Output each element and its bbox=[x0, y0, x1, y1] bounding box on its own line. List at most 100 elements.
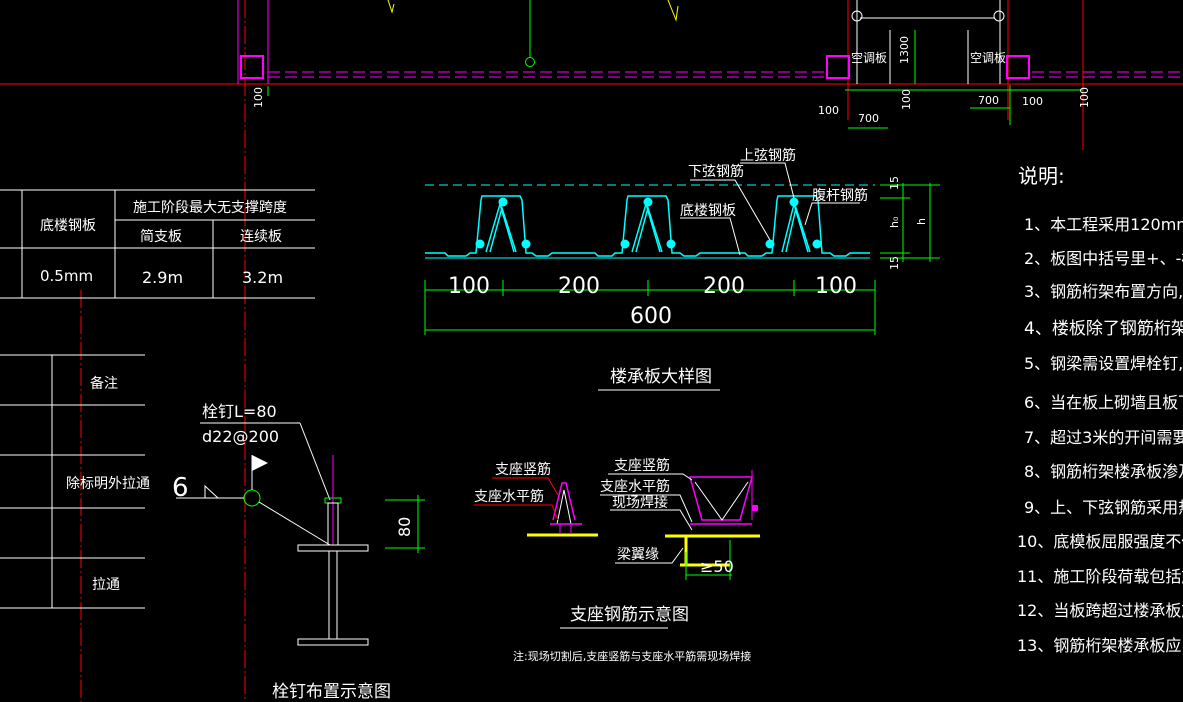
leader-deck-plate bbox=[680, 217, 741, 256]
axis-lines bbox=[0, 0, 1183, 702]
lower-chord-bar bbox=[812, 239, 822, 249]
label-web: 腹杆钢筋 bbox=[812, 187, 868, 204]
leader-web bbox=[804, 202, 860, 226]
weld-symbol-circle bbox=[243, 489, 261, 507]
truss-support-web bbox=[694, 481, 749, 521]
table-header-simple: 简支板 bbox=[140, 228, 182, 245]
note-item: 1、本工程采用120mm厚现浇砼 bbox=[1024, 215, 1183, 234]
dim-text-100: 100 bbox=[448, 274, 490, 299]
note-item: 2、板图中括号里+、-标高差值 bbox=[1024, 249, 1183, 268]
column-box bbox=[826, 55, 850, 79]
rebar-circle bbox=[525, 57, 535, 67]
upper-chord-bar bbox=[643, 197, 653, 207]
dim-text-600: 600 bbox=[630, 304, 672, 329]
note-item: 3、钢筋桁架布置方向,如图中 bbox=[1024, 282, 1183, 301]
stud-length-label: 栓钉L=80 bbox=[202, 402, 277, 421]
top-plan bbox=[237, 0, 1183, 129]
dim-text-h: h bbox=[915, 218, 928, 225]
dim-text-1300: 1300 bbox=[898, 36, 911, 64]
dim-text-100: 100 bbox=[818, 104, 839, 117]
leader-upper-chord bbox=[740, 162, 795, 199]
note-item: 5、钢梁需设置焊栓钉,具体参见详 bbox=[1024, 354, 1183, 373]
table-header-span: 施工阶段最大无支撑跨度 bbox=[133, 200, 287, 216]
deck-detail-title: 楼承板大样图 bbox=[610, 367, 712, 387]
dim-text-80: 80 bbox=[395, 517, 414, 537]
beam-web bbox=[328, 550, 338, 640]
lower-chord-bar bbox=[666, 239, 676, 249]
label-vbar-left: 支座竖筋 bbox=[495, 461, 551, 478]
label-vbar-right: 支座竖筋 bbox=[614, 457, 670, 474]
weld-point bbox=[752, 505, 758, 511]
table-cell-through: 拉通 bbox=[92, 577, 120, 593]
dim-text-100: 100 bbox=[815, 274, 857, 299]
dim-text-100: 100 bbox=[252, 87, 265, 108]
label-deck-plate: 底楼钢板 bbox=[680, 203, 736, 219]
weld-leader bbox=[258, 501, 331, 546]
column-box bbox=[1006, 55, 1030, 79]
note-item: 4、楼板除了钢筋桁架外的 bbox=[1024, 319, 1183, 339]
truss-web bbox=[485, 201, 515, 253]
note-item: 13、钢筋桁架楼承板应由专业厂家 bbox=[1017, 636, 1183, 655]
table-cell-simple: 2.9m bbox=[142, 268, 183, 287]
dim-text-700: 700 bbox=[858, 112, 879, 125]
stud-detail-texts: 栓钉L=80 d22@200 6 80 栓钉布置示意图 bbox=[172, 402, 414, 702]
top-plan-texts: 100 100 700 100 1300 700 100 100 空调板 空调板 bbox=[252, 36, 1091, 125]
note-item: 12、当板跨超过楼承板施工阶段最 bbox=[1017, 601, 1183, 620]
ac-board-label: 空调板 bbox=[851, 51, 887, 65]
dim-text-200: 200 bbox=[558, 274, 600, 299]
note-item: 8、钢筋桁架楼承板渗及详图见钢 bbox=[1024, 462, 1183, 481]
column-box bbox=[240, 55, 264, 79]
lower-chord-bar bbox=[620, 239, 630, 249]
stud-detail bbox=[176, 422, 425, 646]
notes: 说明: 1、本工程采用120mm厚现浇砼 2、板图中括号里+、-标高差值 3、钢… bbox=[1017, 164, 1183, 655]
label-hbar-left: 支座水平筋 bbox=[474, 488, 544, 505]
deck-detail-texts: 下弦钢筋 上弦钢筋 腹杆钢筋 底楼钢板 15 h₀ h 15 100 200 2… bbox=[448, 147, 928, 391]
dim-text-100: 100 bbox=[900, 89, 913, 110]
label-flange: 梁翼缘 bbox=[617, 547, 659, 563]
beam-flange-bottom bbox=[297, 638, 369, 646]
beam-flange-top bbox=[297, 544, 369, 552]
label-lower-chord: 下弦钢筋 bbox=[688, 163, 744, 180]
truss-webs bbox=[485, 201, 811, 253]
note-item: 9、上、下弦钢筋采用热轧钢筋 H bbox=[1024, 498, 1183, 517]
left-table-texts: 备注 除标明外拉通 拉通 bbox=[66, 375, 150, 593]
cad-drawing: 100 100 700 100 1300 700 100 100 空调板 空调板… bbox=[0, 0, 1183, 702]
dim-text-100: 100 bbox=[1078, 87, 1091, 108]
support-detail-note: 注:现场切割后,支座竖筋与支座水平筋需现场焊接 bbox=[513, 649, 751, 663]
label-weld: 现场焊接 bbox=[612, 494, 668, 511]
note-item: 7、超过3米的开间需要增加临时支 bbox=[1024, 428, 1183, 447]
note-item: 10、底模板屈服强度不低于260 N bbox=[1017, 532, 1183, 551]
table-header-continuous: 连续板 bbox=[240, 228, 282, 245]
stud-spacing-label: d22@200 bbox=[202, 427, 279, 446]
lower-chord-bar bbox=[521, 239, 531, 249]
dim-text-700: 700 bbox=[978, 94, 999, 107]
truss-support-cage bbox=[689, 476, 753, 521]
table-cell-thickness: 0.5mm bbox=[40, 267, 93, 285]
lower-chord-bar bbox=[765, 239, 775, 249]
support-detail-title: 支座钢筋示意图 bbox=[570, 605, 689, 625]
leader-weld bbox=[610, 509, 693, 531]
span-table-texts: 底楼钢板 施工阶段最大无支撑跨度 简支板 连续板 0.5mm 2.9m 3.2m bbox=[40, 200, 287, 287]
fillet-weld-symbol bbox=[204, 484, 220, 499]
table-header-deck: 底楼钢板 bbox=[40, 218, 96, 234]
support-detail-texts: 支座竖筋 支座水平筋 支座竖筋 支座水平筋 现场焊接 梁翼缘 ≥50 支座钢筋示… bbox=[474, 457, 751, 663]
leader-hbar-left bbox=[474, 504, 559, 521]
table-cell-through-except: 除标明外拉通 bbox=[66, 476, 150, 492]
truss-web bbox=[631, 201, 661, 253]
weld-size-label: 6 bbox=[172, 473, 189, 503]
notes-heading: 说明: bbox=[1018, 164, 1065, 188]
dim-text-h0: h₀ bbox=[888, 216, 901, 228]
drain-circle bbox=[993, 10, 1005, 22]
table-cell-remark: 备注 bbox=[90, 375, 118, 392]
break-mark bbox=[667, 0, 679, 22]
upper-chord-bar bbox=[789, 197, 799, 207]
note-item: 11、施工阶段荷载包括施工活荷载( bbox=[1017, 567, 1183, 586]
dim-text-100: 100 bbox=[1022, 95, 1043, 108]
dim-text-15: 15 bbox=[888, 176, 901, 190]
break-mark bbox=[387, 0, 395, 14]
ac-board-label: 空调板 bbox=[970, 51, 1006, 65]
flag-icon bbox=[252, 455, 268, 471]
label-upper-chord: 上弦钢筋 bbox=[740, 147, 796, 164]
table-cell-continuous: 3.2m bbox=[242, 268, 283, 287]
label-hbar-right: 支座水平筋 bbox=[600, 478, 670, 495]
